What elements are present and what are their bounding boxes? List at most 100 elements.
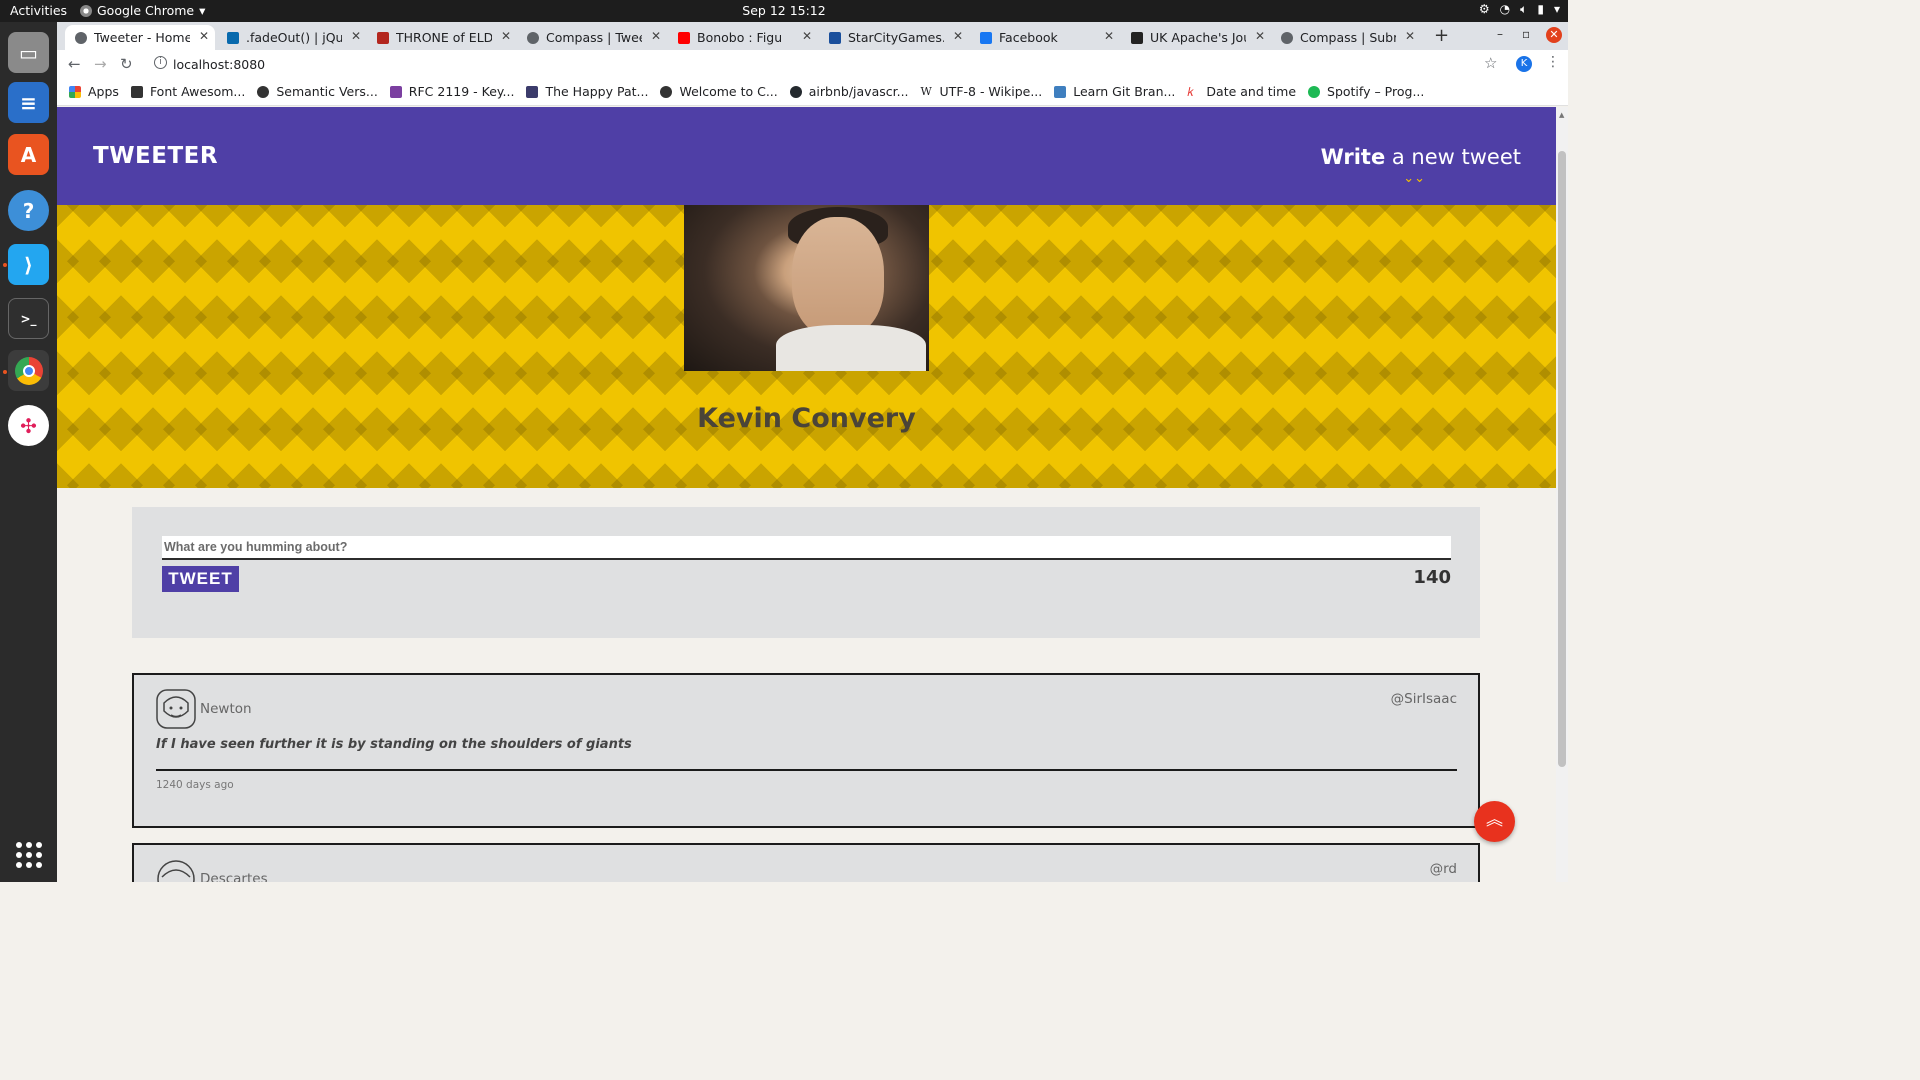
bookmark-learn-git[interactable]: Learn Git Bran... — [1054, 84, 1175, 99]
profile-banner: Kevin Convery — [57, 205, 1556, 488]
brand-logo[interactable]: TWEETER — [93, 143, 218, 169]
tab-favicon-icon — [1131, 31, 1143, 44]
scroll-to-top-button[interactable]: ︽ — [1474, 801, 1515, 842]
running-indicator — [3, 263, 7, 267]
software-center-icon[interactable]: A — [8, 134, 49, 175]
bookmark-happy-path[interactable]: The Happy Pat... — [526, 84, 648, 99]
scrollbar-thumb[interactable] — [1558, 151, 1566, 767]
tab-favicon-icon — [377, 31, 389, 44]
tab-facebook[interactable]: Facebook ✕ — [970, 25, 1120, 50]
tweet-card: Descartes @rd — [132, 843, 1480, 882]
page-viewport: TWEETER Write a new tweet ⌄⌄ Kevin Conve… — [57, 107, 1556, 882]
files-icon[interactable]: ▭ — [8, 32, 49, 73]
tweet-author-name: Descartes — [200, 871, 268, 882]
tweet-input[interactable] — [162, 536, 1451, 560]
user-avatar-icon — [156, 689, 196, 729]
tab-compass-submit[interactable]: Compass | Submit ✕ — [1271, 25, 1421, 50]
bookmark-welcome[interactable]: Welcome to C... — [660, 84, 778, 99]
tweet-composer: TWEET 140 — [132, 507, 1480, 638]
running-indicator — [3, 370, 7, 374]
scroll-up-icon[interactable]: ▲ — [1559, 111, 1564, 119]
menu-icon[interactable]: ⋮ — [1546, 54, 1560, 70]
site-header: TWEETER Write a new tweet ⌄⌄ — [57, 107, 1556, 205]
writer-icon[interactable]: ≡ — [8, 82, 49, 123]
tab-compass-tweeter[interactable]: Compass | Tweeter ✕ — [517, 25, 667, 50]
tab-favicon-icon — [980, 31, 992, 44]
minimize-icon[interactable]: – — [1497, 27, 1503, 41]
write-tweet-toggle[interactable]: Write a new tweet ⌄⌄ — [1321, 145, 1521, 186]
tweet-body: If I have seen further it is by standing… — [156, 737, 632, 752]
bookmark-rfc[interactable]: RFC 2119 - Key... — [389, 84, 514, 99]
bookmark-font-awesome[interactable]: Font Awesom... — [130, 84, 245, 99]
battery-icon: ▮ — [1537, 2, 1544, 16]
forward-icon[interactable]: → — [94, 55, 107, 73]
profile-name: Kevin Convery — [697, 403, 916, 434]
character-counter: 140 — [1413, 567, 1451, 588]
network-icon: ⚙ — [1478, 2, 1490, 16]
clock[interactable]: Sep 12 15:12 — [0, 3, 1568, 18]
bookmark-date-time[interactable]: 𝑘 Date and time — [1187, 84, 1296, 99]
site-info-icon[interactable]: i — [154, 56, 167, 69]
double-chevron-up-icon: ︽ — [1486, 810, 1503, 830]
show-apps-icon[interactable] — [16, 842, 42, 868]
close-tab-icon[interactable]: ✕ — [651, 29, 661, 43]
tweet-author-name: Newton — [200, 701, 252, 717]
window-close-icon[interactable]: ✕ — [1546, 27, 1562, 43]
bookmark-apps[interactable]: Apps — [69, 84, 119, 99]
globe-icon — [257, 85, 270, 98]
tab-bonobo[interactable]: Bonobo : Figures ✕ — [668, 25, 818, 50]
tab-jquery[interactable]: .fadeOut() | jQuery ✕ — [217, 25, 367, 50]
address-bar[interactable]: localhost:8080 — [173, 57, 265, 72]
slack-icon[interactable]: ✣ — [8, 405, 49, 446]
tweet-author-handle: @SirIsaac — [1390, 691, 1457, 707]
wifi-icon: ◔ — [1499, 2, 1511, 16]
bookmark-semver[interactable]: Semantic Vers... — [257, 84, 378, 99]
wikipedia-icon: W — [920, 84, 933, 98]
new-tab-icon[interactable]: + — [1434, 25, 1449, 46]
page-scrollbar[interactable]: ▲ — [1556, 107, 1568, 882]
bookmark-airbnb[interactable]: airbnb/javascr... — [789, 84, 909, 99]
terminal-icon[interactable]: >_ — [8, 298, 49, 339]
close-tab-icon[interactable]: ✕ — [1104, 29, 1114, 43]
close-tab-icon[interactable]: ✕ — [953, 29, 963, 43]
close-tab-icon[interactable]: ✕ — [1255, 29, 1265, 43]
tweet-button[interactable]: TWEET — [162, 566, 239, 592]
close-tab-icon[interactable]: ✕ — [802, 29, 812, 43]
reload-icon[interactable]: ↻ — [120, 55, 133, 73]
bookmark-utf8[interactable]: W UTF-8 - Wikipe... — [920, 84, 1042, 99]
runner-icon: 𝑘 — [1187, 85, 1200, 98]
tweet-author-handle: @rd — [1429, 861, 1457, 877]
chrome-dock-icon[interactable] — [8, 350, 49, 391]
close-tab-icon[interactable]: ✕ — [1405, 29, 1415, 43]
dock: ▭ ≡ A ? ⟩ >_ ✣ — [0, 22, 57, 882]
back-icon[interactable]: ← — [68, 55, 81, 73]
tab-favicon-icon — [227, 31, 239, 44]
tab-favicon-icon — [678, 31, 690, 44]
tab-tweeter[interactable]: Tweeter - Home Page ✕ — [65, 25, 215, 50]
user-avatar-icon — [157, 860, 195, 882]
restore-icon[interactable]: ▫ — [1522, 27, 1530, 41]
system-top-bar: Activities Google Chrome ▾ Sep 12 15:12 … — [0, 0, 1568, 22]
tab-eldraine[interactable]: THRONE of ELDRAINE ✕ — [367, 25, 517, 50]
tab-starcity[interactable]: StarCityGames.com ✕ — [819, 25, 969, 50]
tab-strip: Tweeter - Home Page ✕ .fadeOut() | jQuer… — [57, 22, 1568, 50]
github-icon — [789, 85, 802, 98]
close-tab-icon[interactable]: ✕ — [199, 29, 209, 43]
bookmark-spotify[interactable]: Spotify – Prog... — [1308, 84, 1424, 99]
flag-icon — [130, 85, 143, 98]
help-icon[interactable]: ? — [8, 190, 49, 231]
bookmark-star-icon[interactable]: ☆ — [1484, 54, 1497, 72]
close-tab-icon[interactable]: ✕ — [351, 29, 361, 43]
compass-icon — [660, 85, 673, 98]
tweet-card: Newton @SirIsaac If I have seen further … — [132, 673, 1480, 828]
profile-photo — [684, 205, 929, 371]
system-tray[interactable]: ⚙ ◔ 🔈︎ ▮ ▾ — [1479, 2, 1560, 17]
power-menu-icon: ▾ — [1553, 2, 1560, 16]
close-tab-icon[interactable]: ✕ — [501, 29, 511, 43]
profile-avatar[interactable]: K — [1516, 56, 1532, 72]
tab-favicon-icon — [1281, 31, 1293, 44]
tab-apache-journal[interactable]: UK Apache's Journal ✕ — [1121, 25, 1271, 50]
vscode-icon[interactable]: ⟩ — [8, 244, 49, 285]
spotify-icon — [1308, 85, 1321, 98]
apps-grid-icon — [69, 85, 81, 98]
